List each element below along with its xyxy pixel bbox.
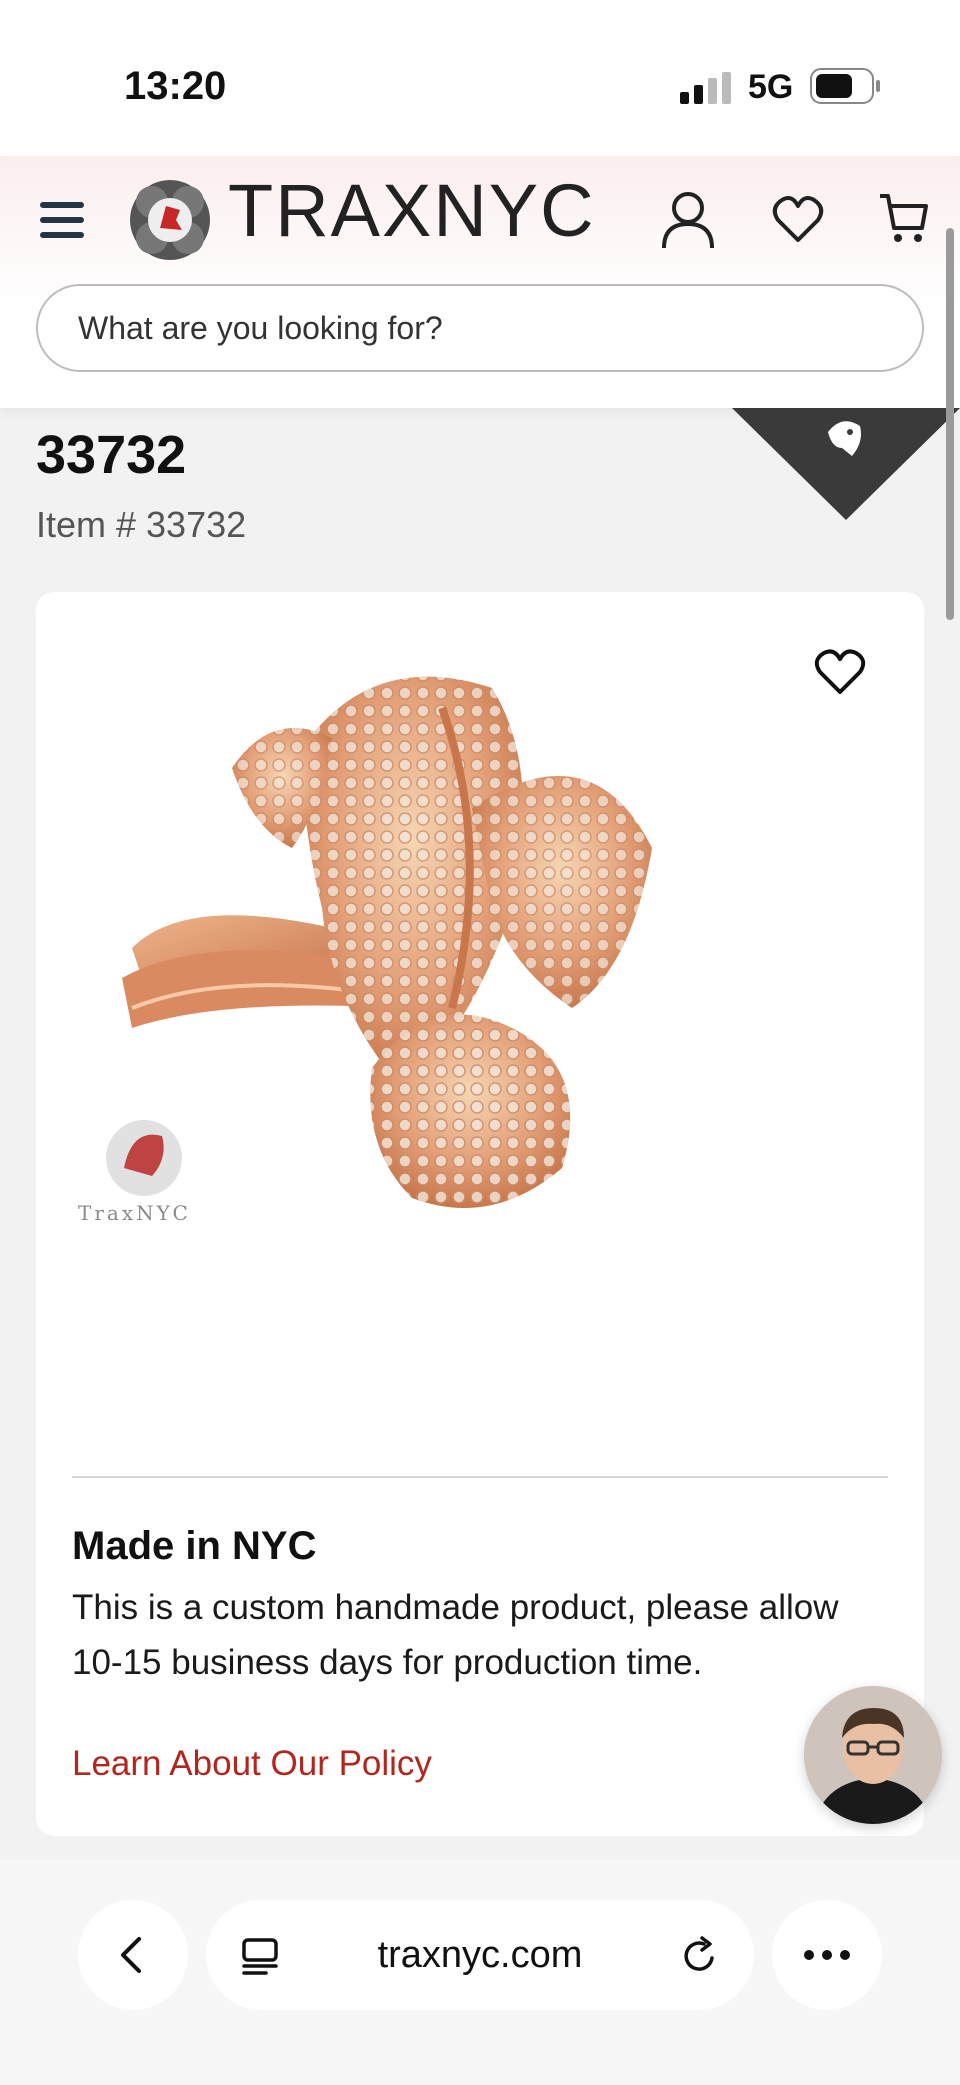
url-text: traxnyc.com [377, 1933, 583, 1976]
made-in-nyc-text: This is a custom handmade product, pleas… [72, 1588, 839, 1682]
cart-icon[interactable] [878, 192, 928, 244]
made-in-nyc-title: Made in NYC [72, 1524, 317, 1568]
product-title: 33732 [36, 425, 187, 485]
address-bar[interactable]: traxnyc.com [206, 1900, 754, 2010]
search-placeholder: What are you looking for? [78, 309, 443, 346]
policy-link[interactable]: Learn About Our Policy [72, 1744, 432, 1784]
item-number: Item # 33732 [36, 504, 247, 545]
browser-toolbar: traxnyc.com [0, 1860, 960, 2085]
card-divider [72, 1476, 888, 1478]
more-dots-icon [804, 1950, 850, 1960]
scrollbar[interactable] [946, 228, 954, 620]
back-button[interactable] [78, 1900, 188, 2010]
chat-avatar[interactable] [804, 1686, 942, 1824]
network-label: 5G [748, 68, 794, 106]
signal-bars-icon [680, 72, 731, 104]
heart-icon[interactable] [772, 194, 824, 244]
status-bar: 13:20 5G [0, 0, 960, 156]
status-time: 13:20 [124, 64, 227, 108]
tabs-icon[interactable] [240, 1936, 280, 1976]
brand-name[interactable]: TRAXNYC [228, 174, 596, 248]
user-icon[interactable] [660, 190, 716, 250]
watermark-logo: TraxNYC [78, 1120, 191, 1225]
brand-logo-icon[interactable] [126, 176, 214, 264]
chevron-left-icon [121, 1937, 141, 1973]
reload-icon[interactable] [680, 1936, 720, 1976]
product-card: TraxNYC Made in NYC This is a custom han… [36, 592, 924, 1836]
search-input[interactable]: What are you looking for? [36, 284, 924, 372]
brand-ribbon-badge[interactable] [732, 408, 960, 520]
more-button[interactable] [772, 1900, 882, 2010]
site-header: TRAXNYC What are you looking for? [0, 156, 960, 408]
battery-icon [810, 68, 880, 104]
hamburger-menu-icon[interactable] [38, 200, 88, 240]
product-image[interactable]: TraxNYC [72, 648, 888, 1368]
svg-text:TraxNYC: TraxNYC [78, 1201, 191, 1225]
